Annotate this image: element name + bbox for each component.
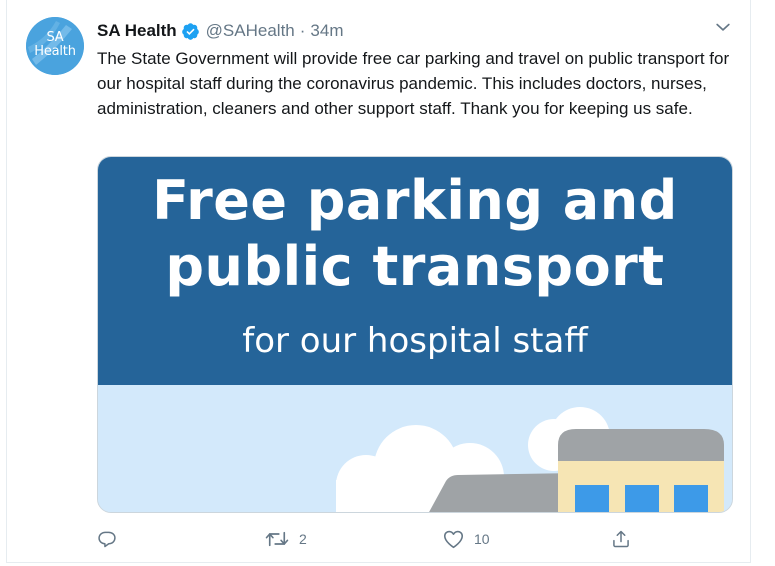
share-button[interactable] <box>611 526 631 552</box>
avatar-logo-text: SA Health <box>34 30 76 59</box>
retweet-button[interactable]: 2 <box>265 526 307 552</box>
retweet-icon <box>265 531 289 547</box>
building-window <box>674 485 708 512</box>
image-illustration <box>98 385 732 512</box>
building-window <box>625 485 659 512</box>
separator-dot: · <box>299 21 306 40</box>
chevron-down-icon[interactable] <box>713 17 733 37</box>
image-banner: Free parking and public transport for ou… <box>98 157 732 385</box>
building-roof <box>558 429 724 461</box>
avatar[interactable]: SA Health <box>26 17 84 75</box>
reply-icon <box>98 531 116 548</box>
timestamp[interactable]: 34m <box>310 21 343 41</box>
image-subline: for our hospital staff <box>242 321 588 361</box>
image-headline-line1: Free parking and <box>152 169 678 232</box>
share-icon <box>613 530 629 548</box>
tweet-actions: 2 10 <box>97 526 637 552</box>
building-roof-low <box>429 473 578 512</box>
tweet-text: The State Government will provide free c… <box>97 49 730 118</box>
reply-button[interactable] <box>97 526 127 552</box>
handle[interactable]: @SAHealth <box>206 21 295 41</box>
display-name[interactable]: SA Health <box>97 21 177 41</box>
building-window <box>575 485 609 512</box>
tweet-card[interactable]: SA Health SA Health @SAHealth · 34m The … <box>6 0 751 563</box>
tweet-image[interactable]: Free parking and public transport for ou… <box>97 156 733 513</box>
retweet-count: 2 <box>299 531 307 547</box>
verified-icon <box>181 22 199 40</box>
image-headline-line2: public transport <box>165 235 665 298</box>
like-count: 10 <box>474 531 490 547</box>
tweet-header: SA Health @SAHealth · 34m <box>97 20 344 42</box>
like-button[interactable]: 10 <box>443 526 490 552</box>
like-icon <box>443 530 464 549</box>
